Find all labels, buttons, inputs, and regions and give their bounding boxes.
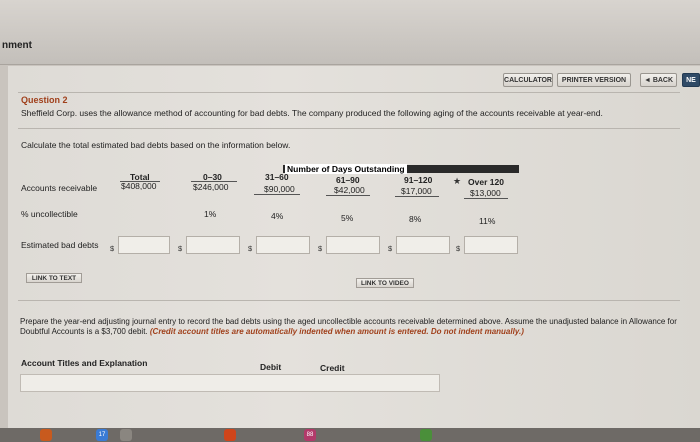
row-label-estimated-bad-debts: Estimated bad debts [21,240,99,250]
currency-symbol: $ [318,244,323,253]
cursor-icon: ★ [453,176,462,186]
question-text: Sheffield Corp. uses the allowance metho… [21,108,603,118]
assignment-title: nment [2,40,32,51]
row-label-pct-uncollectible: % uncollectible [21,209,78,219]
app-icon[interactable]: 88 [304,429,316,441]
app-icon[interactable] [420,429,432,441]
back-button[interactable]: ◄ BACK [640,73,677,87]
question-title: Question 2 [21,95,68,105]
currency-symbol: $ [178,244,183,253]
bad-debts-91-120-input[interactable] [396,236,450,254]
currency-symbol: $ [110,244,115,253]
account-titles-header: Account Titles and Explanation [21,358,148,368]
instruction-text: Calculate the total estimated bad debts … [21,140,291,150]
pct-61-90: 5% [341,213,354,223]
col-header-61-90: 61–90 [336,175,360,185]
next-button[interactable]: NE [682,73,700,87]
col-header-31-60: 31–60 [265,172,289,182]
journal-prompt: Prepare the year-end adjusting journal e… [20,317,680,336]
debit-header: Debit [260,362,282,372]
divider [18,300,680,301]
pct-0-30: 1% [204,209,217,219]
app-icon[interactable] [40,429,52,441]
ar-91-120: $17,000 [401,186,432,196]
notification-icon[interactable] [224,429,236,441]
value-underline [254,194,300,195]
ar-over-120: $13,000 [470,188,501,198]
value-underline [326,195,370,196]
ar-61-90: $42,000 [334,185,365,195]
ar-31-60: $90,000 [264,184,295,194]
bad-debts-over-120-input[interactable] [464,236,518,254]
col-header-over-120: Over 120 [468,177,504,187]
bad-debts-31-60-input[interactable] [256,236,310,254]
credit-header: Credit [320,363,345,373]
currency-symbol: $ [456,244,461,253]
browser-chrome [0,0,700,65]
printer-version-button[interactable]: PRINTER VERSION [557,73,631,87]
divider [18,128,680,129]
ar-total: $408,000 [121,181,157,191]
bad-debts-total-input[interactable] [118,236,170,254]
group-header: Number of Days Outstanding [285,164,407,174]
bad-debts-61-90-input[interactable] [326,236,380,254]
ar-0-30: $246,000 [193,182,229,192]
calendar-icon[interactable]: 17 [96,429,108,441]
pct-31-60: 4% [271,211,284,221]
link-to-video-button[interactable]: LINK TO VIDEO [356,278,414,288]
app-icon[interactable] [120,429,132,441]
divider [18,92,680,93]
calculator-button[interactable]: CALCULATOR [503,73,553,87]
currency-symbol: $ [248,244,253,253]
value-underline [395,196,439,197]
col-header-91-120: 91–120 [404,175,433,185]
pct-over-120: 11% [479,216,496,226]
bad-debts-0-30-input[interactable] [186,236,240,254]
journal-entry-row[interactable] [20,374,440,392]
value-underline [464,198,508,199]
journal-prompt-note: (Credit account titles are automatically… [149,326,524,336]
currency-symbol: $ [388,244,393,253]
pct-91-120: 8% [409,214,422,224]
link-to-text-button[interactable]: LINK TO TEXT [26,273,82,283]
row-label-accounts-receivable: Accounts receivable [21,183,98,193]
